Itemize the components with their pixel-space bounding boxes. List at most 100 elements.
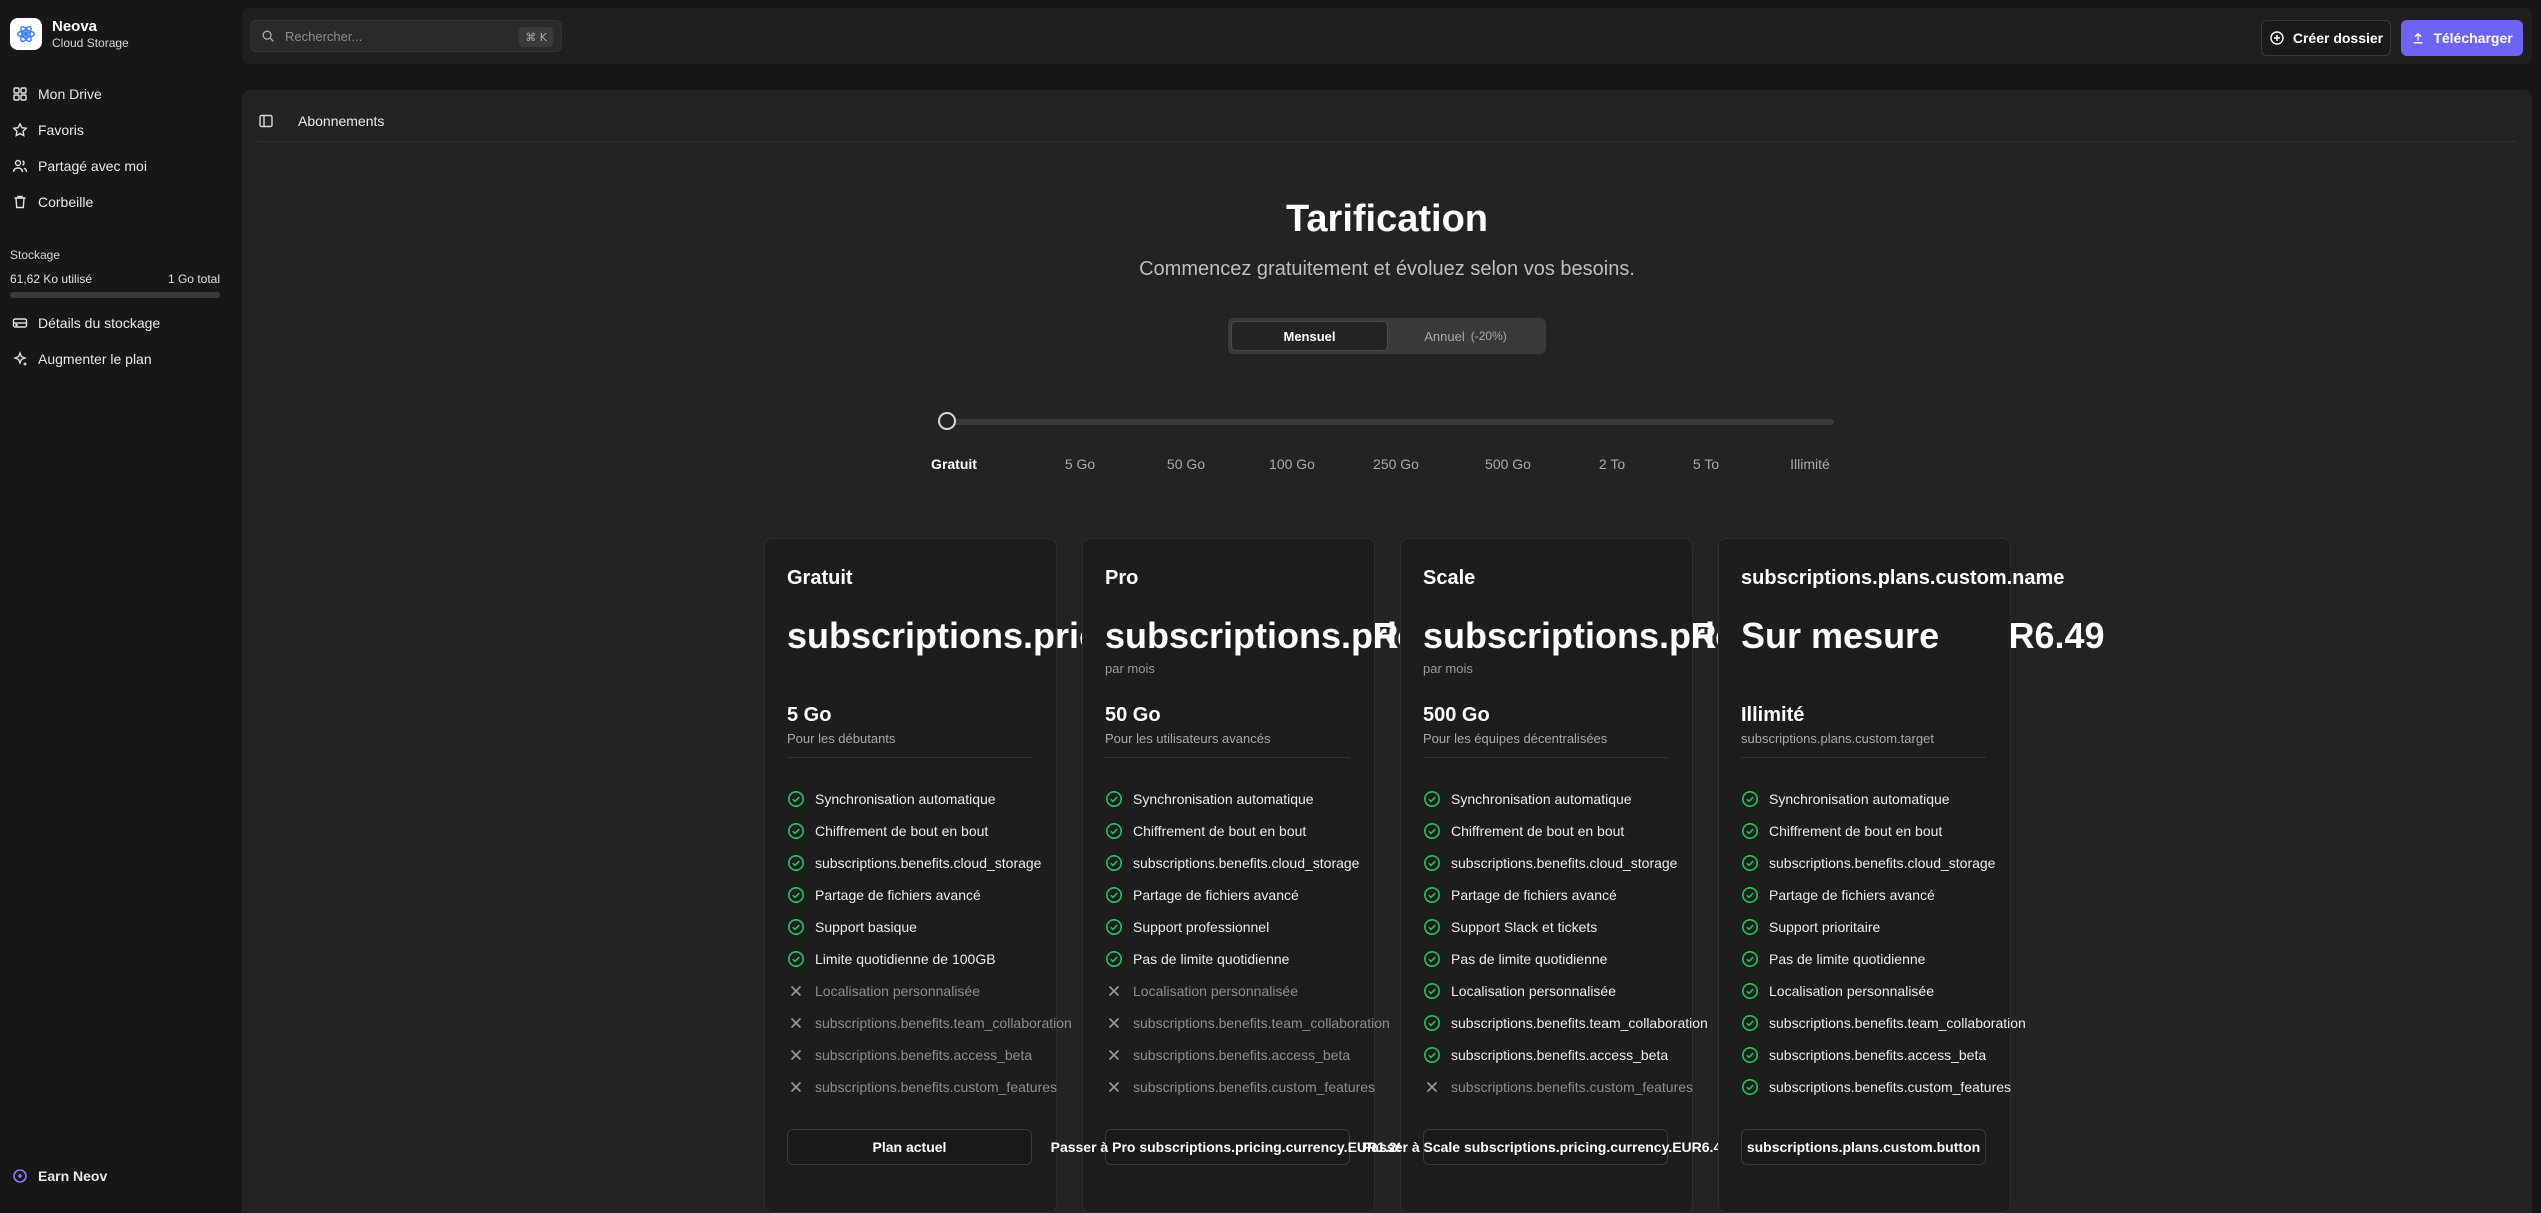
sidebar-item-augmenter-plan[interactable]: Augmenter le plan	[0, 341, 240, 377]
x-icon	[1108, 1081, 1120, 1093]
feature-item: Chiffrement de bout en bout	[1423, 815, 1703, 847]
upload-icon	[2413, 32, 2423, 44]
plan-target: subscriptions.plans.custom.target	[1741, 731, 1934, 746]
feature-item: Pas de limite quotidienne	[1105, 943, 1385, 975]
tier-label[interactable]: 50 Go	[1167, 456, 1205, 472]
earn-neov-link[interactable]: Earn Neov	[12, 1168, 107, 1184]
atom-icon	[10, 18, 42, 51]
feature-item: Support basique	[787, 911, 1067, 943]
feature-label: subscriptions.benefits.team_collaboratio…	[1769, 1015, 2026, 1031]
feature-label: Synchronisation automatique	[1133, 791, 1314, 807]
create-folder-button[interactable]: Créer dossier	[2261, 20, 2391, 56]
plus-circle-icon	[2270, 31, 2284, 45]
tier-label[interactable]: 500 Go	[1485, 456, 1531, 472]
tier-label[interactable]: 2 To	[1599, 456, 1625, 472]
check-circle-icon	[1424, 887, 1440, 903]
sidebar-item-label: Partagé avec moi	[38, 158, 147, 174]
search-input[interactable]	[285, 28, 505, 44]
feature-label: subscriptions.benefits.team_collaboratio…	[1451, 1015, 1708, 1031]
sidebar-item-favoris[interactable]: Favoris	[0, 112, 240, 148]
feature-item: Chiffrement de bout en bout	[1741, 815, 2021, 847]
feature-label: Partage de fichiers avancé	[1769, 887, 1935, 903]
feature-label: Chiffrement de bout en bout	[815, 823, 989, 839]
breadcrumb: Abonnements	[298, 112, 385, 129]
sidebar-item-label: Favoris	[38, 122, 84, 138]
sidebar-toggle-icon[interactable]	[258, 113, 274, 129]
plan-name: Scale	[1423, 567, 1476, 589]
plan-card: Prosubscriptions.pricing.currency.EUR1.2…	[1051, 538, 1787, 1213]
storage-tier-slider-thumb[interactable]	[938, 412, 956, 430]
feature-label: subscriptions.benefits.custom_features	[1769, 1079, 2012, 1095]
sidebar-item-label: Détails du stockage	[38, 315, 161, 331]
plan-card: Scalesubscriptions.pricing.currency.EUR6…	[1362, 538, 2105, 1213]
hard-drive-icon	[12, 318, 28, 328]
feature-label: Chiffrement de bout en bout	[1451, 823, 1625, 839]
plan-name: Gratuit	[787, 567, 853, 589]
x-icon	[1108, 1049, 1120, 1061]
feature-label: Partage de fichiers avancé	[815, 887, 981, 903]
plan-period: par mois	[1423, 661, 1473, 676]
feature-item: subscriptions.benefits.custom_features	[1105, 1071, 1385, 1103]
tier-label[interactable]: 5 Go	[1065, 456, 1095, 472]
feature-label: Partage de fichiers avancé	[1451, 887, 1617, 903]
check-circle-icon	[1424, 855, 1440, 871]
plan-target: Pour les équipes décentralisées	[1423, 731, 1608, 746]
plan-action-button[interactable]: subscriptions.plans.custom.button	[1741, 1129, 1986, 1165]
brand-subtitle: Cloud Storage	[52, 36, 129, 50]
top-bar: ⌘ K Créer dossier Télécharger	[242, 8, 2532, 64]
feature-label: Synchronisation automatique	[815, 791, 996, 807]
feature-item: Synchronisation automatique	[1741, 783, 2021, 815]
plan-action-button[interactable]: Plan actuel	[787, 1129, 1032, 1165]
feature-item: Localisation personnalisée	[1105, 975, 1385, 1007]
feature-label: Localisation personnalisée	[1451, 983, 1616, 999]
feature-item: subscriptions.benefits.team_collaboratio…	[1741, 1007, 2026, 1039]
check-circle-icon	[1424, 983, 1440, 999]
feature-label: subscriptions.benefits.custom_features	[815, 1079, 1058, 1095]
sidebar-item-mon-drive[interactable]: Mon Drive	[0, 76, 240, 112]
storage-used: 61,62 Ko utilisé	[10, 272, 93, 286]
tier-label[interactable]: 250 Go	[1373, 456, 1419, 472]
feature-item: Localisation personnalisée	[1741, 975, 2021, 1007]
tier-label[interactable]: 5 To	[1693, 456, 1719, 472]
storage-tier-slider-track[interactable]	[942, 419, 1834, 425]
tier-label[interactable]: Illimité	[1790, 456, 1830, 472]
tier-label[interactable]: 100 Go	[1269, 456, 1315, 472]
plan-period: par mois	[1105, 661, 1155, 676]
create-folder-label: Créer dossier	[2292, 30, 2384, 46]
sidebar-item-details-stockage[interactable]: Détails du stockage	[0, 305, 240, 341]
check-circle-icon	[788, 951, 804, 967]
upload-button[interactable]: Télécharger	[2401, 20, 2523, 56]
feature-list: Synchronisation automatique Chiffrement d…	[1105, 783, 1390, 1103]
storage-title: Stockage	[10, 248, 61, 262]
x-icon	[790, 1081, 802, 1093]
billing-annual-option[interactable]: Annuel (-20%)	[1388, 321, 1543, 351]
divider	[787, 757, 1032, 758]
page-title: Tarification	[1286, 198, 1488, 240]
sidebar-item-partage[interactable]: Partagé avec moi	[0, 148, 240, 184]
feature-item: subscriptions.benefits.access_beta	[1741, 1039, 2021, 1071]
tier-label[interactable]: Gratuit	[931, 456, 977, 472]
plan-price: Sur mesure	[1741, 615, 1940, 656]
feature-label: subscriptions.benefits.access_beta	[815, 1047, 1033, 1063]
feature-item: Pas de limite quotidienne	[1423, 943, 1703, 975]
check-circle-icon	[1742, 823, 1758, 839]
feature-label: subscriptions.benefits.custom_features	[1133, 1079, 1376, 1095]
plan-action-button[interactable]: Passer à Pro subscriptions.pricing.curre…	[1051, 1129, 1404, 1165]
search-shortcut: ⌘ K	[519, 27, 553, 47]
divider	[1741, 757, 1986, 758]
feature-label: subscriptions.benefits.team_collaboratio…	[815, 1015, 1072, 1031]
sidebar-item-corbeille[interactable]: Corbeille	[0, 184, 240, 220]
brand[interactable]: Neova Cloud Storage	[10, 18, 129, 51]
check-circle-icon	[1424, 791, 1440, 807]
billing-monthly-option[interactable]: Mensuel	[1231, 321, 1388, 351]
plan-action-button[interactable]: Passer à Scale subscriptions.pricing.cur…	[1362, 1129, 1729, 1165]
feature-item: subscriptions.benefits.cloud_storage	[1741, 847, 2021, 879]
feature-item: Localisation personnalisée	[787, 975, 1067, 1007]
feature-item: Partage de fichiers avancé	[1741, 879, 2021, 911]
brand-name: Neova	[52, 18, 98, 35]
feature-item: subscriptions.benefits.access_beta	[1423, 1039, 1703, 1071]
billing-annual-label: Annuel	[1424, 328, 1465, 344]
feature-item: Synchronisation automatique	[787, 783, 1067, 815]
breadcrumb-bar: Abonnements	[258, 100, 2516, 142]
search-box[interactable]: ⌘ K	[250, 20, 562, 52]
